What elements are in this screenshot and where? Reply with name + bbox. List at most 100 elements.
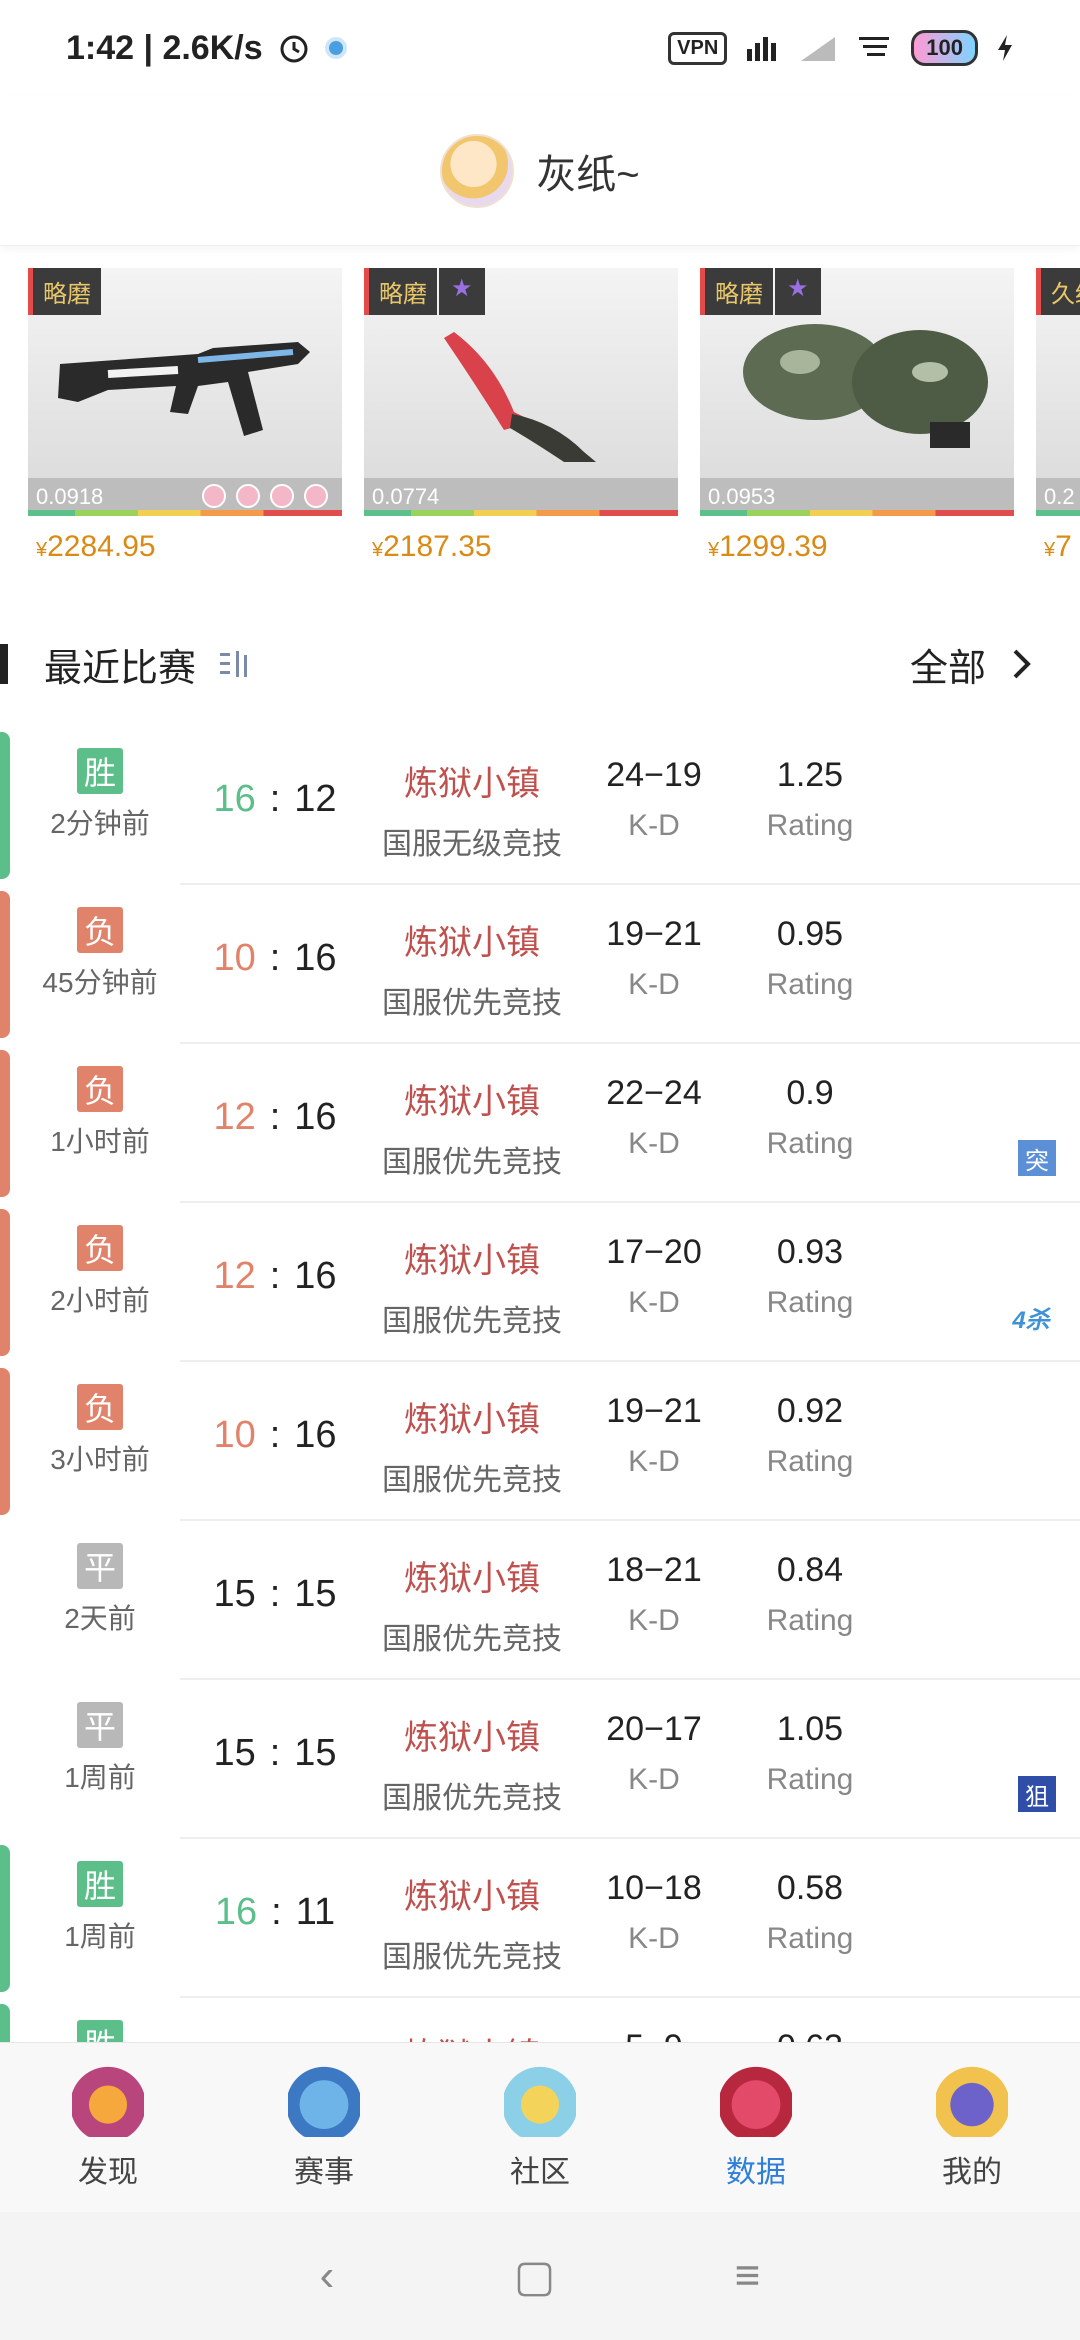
kd-label: K-D (628, 968, 680, 1001)
match-row[interactable]: 胜 1周前 16 : 11 炼狱小镇 国服优先竞技 10−18 K-D 0.58… (0, 1839, 1080, 1998)
rating-label: Rating (766, 1604, 854, 1637)
rating-value: 0.92 (776, 1392, 844, 1430)
map-name: 炼狱小镇 (404, 1719, 540, 1757)
price-value: 1299.39 (719, 530, 828, 563)
currency-symbol: ¥ (372, 539, 384, 561)
result-badge: 负 (77, 1066, 123, 1112)
kd-label: K-D (628, 1445, 680, 1478)
score-separator: : (269, 1096, 281, 1138)
map-column: 炼狱小镇 国服优先竞技 (372, 1233, 572, 1340)
nav-community[interactable]: 社区 (432, 2043, 648, 2212)
score-separator: : (269, 1255, 281, 1297)
nav-data[interactable]: 数据 (648, 2043, 864, 2212)
map-column: 炼狱小镇 国服优先竞技 (372, 1710, 572, 1817)
rating-value: 0.58 (776, 1869, 844, 1907)
match-row[interactable]: 负 1小时前 12 : 16 炼狱小镇 国服优先竞技 22−24 K-D 0.9… (0, 1044, 1080, 1203)
filter-icon[interactable] (218, 647, 252, 681)
match-row[interactable]: 负 3小时前 10 : 16 炼狱小镇 国服优先竞技 19−21 K-D 0.9… (0, 1362, 1080, 1521)
app-notification-icon (324, 37, 347, 59)
home-icon[interactable]: ▢ (514, 2251, 556, 2302)
kd-value: 5−9 (584, 2028, 724, 2042)
rating-column: 0.58 Rating (750, 1869, 870, 1956)
role-badge: 突 (1018, 1140, 1056, 1176)
view-all-button[interactable]: 全部 (910, 637, 1032, 692)
wear-value: 0.2 (1044, 484, 1075, 509)
score-opponent: 15 (294, 1573, 337, 1615)
item-card[interactable]: 略磨 ★ 0.0774 (364, 268, 678, 516)
score-opponent: 16 (294, 1414, 337, 1456)
kd-value: 10−18 (606, 1869, 702, 1907)
wear-value: 0.0953 (708, 484, 776, 509)
wear-scale (700, 510, 1014, 516)
map-column: 炼狱小镇 (372, 2028, 572, 2042)
inventory-strip[interactable]: 略磨 0.0918 ¥2284.95 略磨 ★ 0.0774 ¥2187.35 … (28, 268, 1080, 568)
rating-value: 0.9 (786, 1074, 834, 1112)
score-team: 15 (213, 1573, 256, 1615)
item-card[interactable]: 略磨 0.0918 (28, 268, 342, 516)
match-list[interactable]: 胜 2分钟前 16 : 12 炼狱小镇 国服无级竞技 24−19 K-D 1.2… (0, 726, 1080, 2042)
result-badge: 胜 (77, 2020, 123, 2042)
item-card[interactable]: 略磨 ★ 0.0953 (700, 268, 1014, 516)
map-column: 炼狱小镇 国服优先竞技 (372, 1869, 572, 1976)
score-separator: : (269, 1573, 281, 1615)
wear-scale (1036, 510, 1080, 516)
map-name: 炼狱小镇 (404, 1560, 540, 1598)
discover-icon (72, 2064, 144, 2137)
item-card[interactable]: 久经 0.2 (1036, 268, 1080, 516)
kd-label: K-D (628, 1127, 680, 1160)
vpn-icon: VPN (668, 31, 728, 65)
rating-value: 1.25 (776, 756, 844, 794)
match-score: 10 : 16 (200, 937, 350, 980)
nav-profile[interactable]: 我的 (864, 2043, 1080, 2212)
menu-icon[interactable]: ≡ (735, 2251, 761, 2301)
nav-events[interactable]: 赛事 (216, 2043, 432, 2212)
kd-label: K-D (628, 1286, 680, 1319)
nav-label: 数据 (726, 2155, 786, 2189)
match-row[interactable]: 胜 : 炼狱小镇 5−9 0.63 (0, 1998, 1080, 2042)
match-row[interactable]: 平 2天前 15 : 15 炼狱小镇 国服优先竞技 18−21 K-D 0.84… (0, 1521, 1080, 1680)
match-mode: 国服优先竞技 (382, 1782, 562, 1815)
rating-value: 0.93 (776, 1233, 844, 1271)
score-team: 10 (213, 937, 256, 979)
community-icon (504, 2064, 576, 2137)
match-row[interactable]: 负 45分钟前 10 : 16 炼狱小镇 国服优先竞技 19−21 K-D 0.… (0, 885, 1080, 1044)
map-name: 炼狱小镇 (404, 1401, 540, 1439)
nav-discover[interactable]: 发现 (0, 2043, 216, 2212)
avatar[interactable] (440, 133, 515, 208)
wear-value: 0.0774 (372, 484, 440, 509)
score-separator: : (271, 1891, 282, 1933)
cellular-icon (801, 37, 836, 61)
match-mode: 国服优先竞技 (382, 1941, 562, 1974)
username[interactable]: 灰纸~ (536, 142, 639, 200)
rating-label: Rating (766, 1286, 854, 1319)
price-value: 2284.95 (47, 530, 156, 563)
sticker-icon (304, 484, 328, 508)
signal-icon (747, 37, 777, 61)
match-time: 2小时前 (50, 1285, 150, 1316)
match-row[interactable]: 负 2小时前 12 : 16 炼狱小镇 国服优先竞技 17−20 K-D 0.9… (0, 1203, 1080, 1362)
back-icon[interactable]: ‹ (320, 2251, 335, 2301)
inventory-item[interactable]: 略磨 0.0918 ¥2284.95 (28, 268, 342, 568)
score-separator: : (269, 778, 281, 820)
match-mode: 国服无级竞技 (382, 828, 562, 861)
inventory-item[interactable]: 略磨 ★ 0.0774 ¥2187.35 (364, 268, 678, 568)
inventory-item[interactable]: 久经 0.2 ¥7 (1036, 268, 1080, 568)
kd-value: 22−24 (606, 1074, 702, 1112)
result-column: 负 2小时前 (0, 1225, 200, 1319)
match-mode: 国服优先竞技 (382, 987, 562, 1020)
inventory-item[interactable]: 略磨 ★ 0.0953 ¥1299.39 (700, 268, 1014, 568)
kd-label: K-D (628, 1604, 680, 1637)
match-row[interactable]: 胜 2分钟前 16 : 12 炼狱小镇 国服无级竞技 24−19 K-D 1.2… (0, 726, 1080, 885)
knife-icon (444, 332, 596, 462)
result-column: 负 45分钟前 (0, 907, 200, 1001)
rating-column: 0.63 (750, 2028, 870, 2042)
match-row[interactable]: 平 1周前 15 : 15 炼狱小镇 国服优先竞技 20−17 K-D 1.05… (0, 1680, 1080, 1839)
section-marker (0, 644, 8, 684)
view-all-label: 全部 (909, 647, 986, 690)
nav-label: 发现 (78, 2155, 138, 2189)
role-badge: 狙 (1018, 1776, 1056, 1812)
match-score: 15 : 15 (200, 1573, 350, 1616)
rating-value: 0.95 (776, 915, 844, 953)
match-time: 2天前 (64, 1603, 136, 1634)
result-column: 平 2天前 (0, 1543, 200, 1637)
